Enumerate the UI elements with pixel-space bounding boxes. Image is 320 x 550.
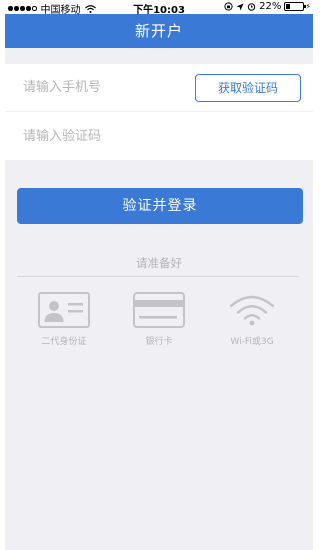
id-card-icon xyxy=(38,292,90,328)
get-code-button[interactable]: 获取验证码 xyxy=(195,74,301,102)
status-bar: 中国移动 下午10:03 22% ⚡ xyxy=(5,0,313,16)
verify-login-button[interactable]: 验证并登录 xyxy=(17,188,303,224)
battery-icon xyxy=(284,2,307,11)
alarm-icon xyxy=(247,3,256,11)
prepare-items: 二代身份证 银行卡 Wi-Fi或3G xyxy=(5,292,313,362)
app-screen: 中国移动 下午10:03 22% ⚡ 新开户 请输入手机号 获取验证码 请输入验… xyxy=(5,0,313,550)
prepare-label-network: Wi-Fi或3G xyxy=(230,337,274,347)
page-title: 新开户 xyxy=(134,22,183,40)
prepare-item-bank-card: 银行卡 xyxy=(114,292,204,347)
rotation-lock-icon xyxy=(224,2,233,11)
navigation-bar: 新开户 xyxy=(5,14,313,48)
code-input[interactable] xyxy=(5,112,313,160)
status-right: 22% ⚡ xyxy=(224,1,311,12)
battery-percent: 22% xyxy=(259,1,282,12)
code-row xyxy=(5,112,313,160)
divider xyxy=(17,276,299,277)
prepare-title: 请准备好 xyxy=(136,256,182,270)
prepare-item-network: Wi-Fi或3G xyxy=(207,292,297,347)
prepare-label-bank-card: 银行卡 xyxy=(145,337,173,347)
login-form: 获取验证码 xyxy=(5,64,313,160)
prepare-label-id-card: 二代身份证 xyxy=(41,337,87,347)
bank-card-icon xyxy=(133,292,185,328)
location-icon xyxy=(236,3,244,10)
phone-row: 获取验证码 xyxy=(5,64,313,112)
prepare-item-id-card: 二代身份证 xyxy=(19,292,109,347)
wifi-icon xyxy=(229,295,275,326)
